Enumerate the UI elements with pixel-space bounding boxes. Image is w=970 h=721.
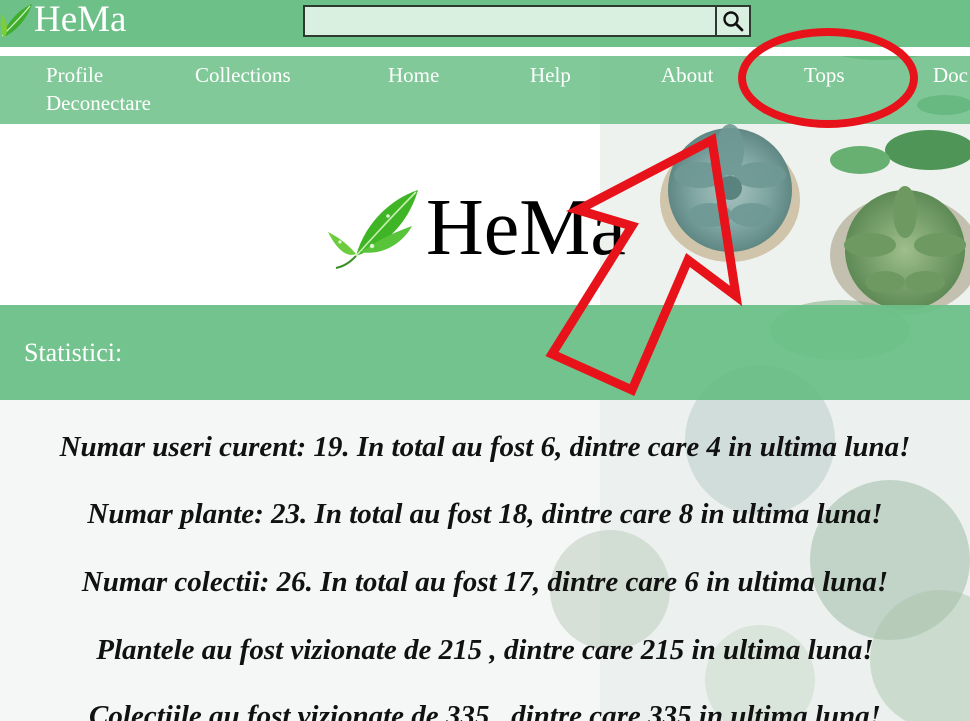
stats-body: Numar useri curent: 19. In total au fost… xyxy=(0,400,970,721)
main-nav: Profile Collections Home Help About Tops… xyxy=(0,56,970,124)
hero-title: HeMa xyxy=(426,184,626,272)
search-bar xyxy=(303,5,751,37)
stats-header: Statistici: xyxy=(0,305,970,400)
nav-item-tops[interactable]: Tops xyxy=(804,63,845,88)
nav-item-home[interactable]: Home xyxy=(388,63,439,88)
nav-item-deconectare[interactable]: Deconectare xyxy=(46,91,151,116)
hero-banner: HeMa xyxy=(0,124,970,305)
brand-name: HeMa xyxy=(34,0,127,40)
nav-item-collections[interactable]: Collections xyxy=(195,63,291,88)
search-icon xyxy=(723,11,744,32)
stat-collection-views: Colectiile au fost vizionate de 335 , di… xyxy=(89,700,881,721)
nav-item-help[interactable]: Help xyxy=(530,63,571,88)
search-button[interactable] xyxy=(717,5,751,37)
nav-item-profile[interactable]: Profile xyxy=(46,63,103,88)
hero-logo: HeMa xyxy=(326,186,626,270)
leaves-logo-icon xyxy=(328,190,418,269)
nav-item-doc[interactable]: Doc xyxy=(933,63,968,88)
header-divider xyxy=(0,47,970,56)
leaf-logo-icon xyxy=(0,4,32,38)
stat-plant-views: Plantele au fost vizionate de 215 , dint… xyxy=(96,634,874,666)
brand[interactable]: HeMa xyxy=(0,0,126,40)
top-bar: HeMa xyxy=(0,0,970,47)
stat-collections: Numar colectii: 26. In total au fost 17,… xyxy=(81,566,889,598)
stats-title: Statistici: xyxy=(24,338,123,367)
stat-plants: Numar plante: 23. In total au fost 18, d… xyxy=(87,498,883,530)
stat-users: Numar useri curent: 19. In total au fost… xyxy=(59,431,911,463)
search-input[interactable] xyxy=(303,5,717,37)
nav-item-about[interactable]: About xyxy=(661,63,714,88)
